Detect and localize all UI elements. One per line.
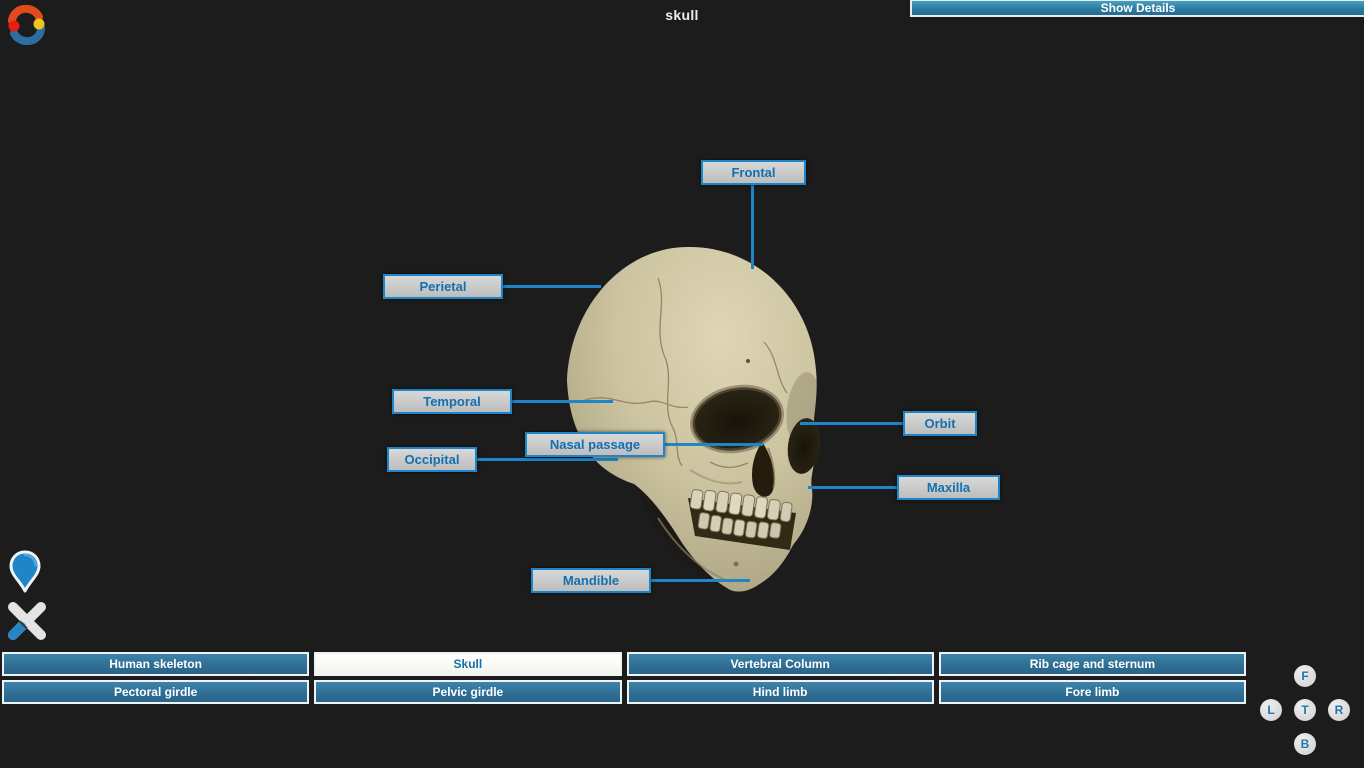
label-frontal[interactable]: Frontal — [701, 160, 806, 185]
label-maxilla[interactable]: Maxilla — [897, 475, 1000, 500]
maxilla-leader-line — [808, 486, 897, 489]
perietal-leader-line — [503, 285, 601, 288]
view-front-button[interactable]: F — [1294, 665, 1316, 687]
bone-section-nav: Human skeleton Skull Vertebral Column Ri… — [2, 652, 1246, 704]
temporal-leader-line — [512, 400, 613, 403]
orbit-leader-line — [800, 422, 903, 425]
close-x-icon[interactable] — [4, 598, 50, 644]
label-orbit[interactable]: Orbit — [903, 411, 977, 436]
nav-fore-limb[interactable]: Fore limb — [939, 680, 1246, 704]
nav-skull[interactable]: Skull — [314, 652, 621, 676]
view-right-button[interactable]: R — [1328, 699, 1350, 721]
view-back-button[interactable]: B — [1294, 733, 1316, 755]
label-nasal-passage[interactable]: Nasal passage — [525, 432, 665, 457]
nasal-passage-leader-line — [665, 443, 763, 446]
show-details-button[interactable]: Show Details — [910, 0, 1364, 17]
label-perietal[interactable]: Perietal — [383, 274, 503, 299]
nav-pelvic-girdle[interactable]: Pelvic girdle — [314, 680, 621, 704]
label-occipital[interactable]: Occipital — [387, 447, 477, 472]
mandible-leader-line — [651, 579, 750, 582]
pin-marker-icon[interactable] — [8, 549, 42, 595]
view-left-button[interactable]: L — [1260, 699, 1282, 721]
nav-vertebral-column[interactable]: Vertebral Column — [627, 652, 934, 676]
nav-pectoral-girdle[interactable]: Pectoral girdle — [2, 680, 309, 704]
label-mandible[interactable]: Mandible — [531, 568, 651, 593]
occipital-leader-line — [477, 458, 618, 461]
nav-rib-cage-and-sternum[interactable]: Rib cage and sternum — [939, 652, 1246, 676]
nav-human-skeleton[interactable]: Human skeleton — [2, 652, 309, 676]
frontal-leader-line — [751, 185, 754, 269]
view-top-button[interactable]: T — [1294, 699, 1316, 721]
label-temporal[interactable]: Temporal — [392, 389, 512, 414]
nav-hind-limb[interactable]: Hind limb — [627, 680, 934, 704]
app-window: skull Show Details — [0, 0, 1364, 768]
